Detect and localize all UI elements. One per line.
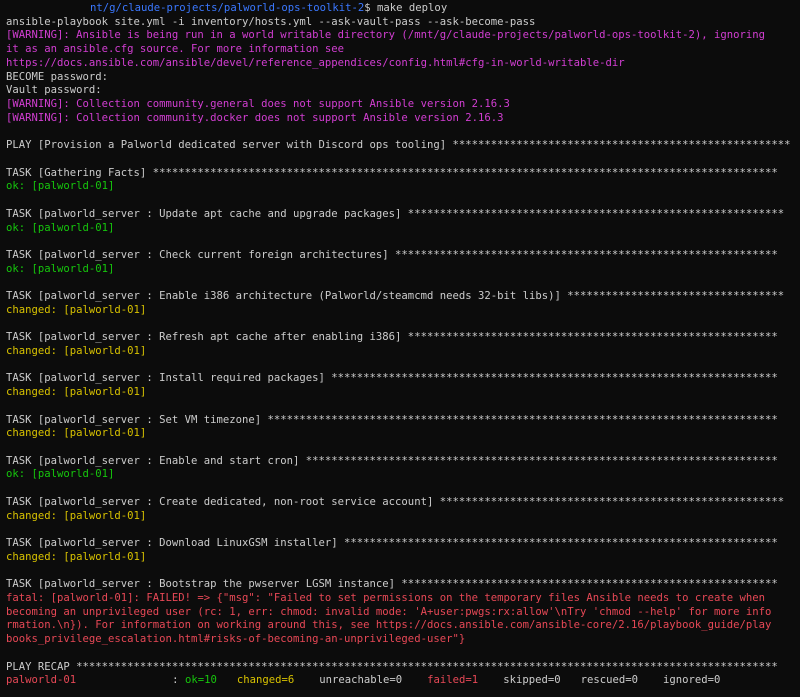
terminal-output: ansible-playbook site.yml -i inventory/h… bbox=[6, 16, 800, 675]
output-line: becoming an unprivileged user (rc: 1, er… bbox=[6, 605, 772, 618]
recap-failed: failed=1 bbox=[427, 674, 479, 687]
output-line: TASK [palworld_server : Refresh apt cach… bbox=[6, 331, 778, 344]
output-line: ok: [palworld-01] bbox=[6, 221, 115, 234]
output-line: TASK [palworld_server : Enable and start… bbox=[6, 454, 778, 467]
recap-ignored: ignored=0 bbox=[663, 674, 721, 687]
output-line: TASK [palworld_server : Bootstrap the pw… bbox=[6, 578, 778, 591]
output-line: changed: [palworld-01] bbox=[6, 509, 147, 522]
output-line: TASK [palworld_server : Install required… bbox=[6, 372, 778, 385]
shell-prompt: nt/g/claude-projects/palworld-ops-toolki… bbox=[6, 2, 800, 16]
output-line: changed: [palworld-01] bbox=[6, 550, 147, 563]
output-line: TASK [palworld_server : Create dedicated… bbox=[6, 495, 785, 508]
output-line: ansible-playbook site.yml -i inventory/h… bbox=[6, 15, 536, 28]
output-line: changed: [palworld-01] bbox=[6, 386, 147, 399]
output-line: PLAY [Provision a Palworld dedicated ser… bbox=[6, 139, 791, 152]
output-line: it as an ansible.cfg source. For more in… bbox=[6, 43, 345, 56]
output-line: [WARNING]: Collection community.docker d… bbox=[6, 111, 504, 124]
output-line: TASK [Gathering Facts] *****************… bbox=[6, 166, 778, 179]
recap-host: palworld-01 bbox=[6, 674, 77, 687]
terminal-window[interactable]: nt/g/claude-projects/palworld-ops-toolki… bbox=[0, 0, 800, 697]
recap-unreachable: unreachable=0 bbox=[319, 674, 403, 687]
output-line: ok: [palworld-01] bbox=[6, 468, 115, 481]
output-line: TASK [palworld_server : Enable i386 arch… bbox=[6, 290, 785, 303]
output-line: changed: [palworld-01] bbox=[6, 427, 147, 440]
output-line: books_privilege_escalation.html#risks-of… bbox=[6, 633, 466, 646]
output-line: BECOME password: bbox=[6, 70, 109, 83]
prompt-command: make deploy bbox=[370, 2, 448, 14]
recap-changed: changed=6 bbox=[236, 674, 295, 687]
recap-ok: ok=10 bbox=[184, 674, 217, 687]
output-line: [WARNING]: Ansible is being run in a wor… bbox=[6, 29, 765, 42]
output-line: TASK [palworld_server : Update apt cache… bbox=[6, 207, 785, 220]
output-line: rmation.\n}). For information on working… bbox=[6, 619, 772, 632]
recap-separator: : bbox=[172, 674, 185, 687]
recap-row: palworld-01: ok=10 changed=6 unreachable=0… bbox=[6, 674, 800, 688]
output-line: ok: [palworld-01] bbox=[6, 262, 115, 275]
output-line: TASK [palworld_server : Set VM timezone]… bbox=[6, 413, 778, 426]
output-line: changed: [palworld-01] bbox=[6, 344, 147, 357]
output-line: Vault password: bbox=[6, 84, 102, 97]
output-line: ok: [palworld-01] bbox=[6, 180, 115, 193]
output-line: [WARNING]: Collection community.general … bbox=[6, 98, 510, 111]
recap-skipped: skipped=0 bbox=[503, 674, 561, 687]
output-line: fatal: [palworld-01]: FAILED! => {"msg":… bbox=[6, 591, 765, 604]
prompt-path: nt/g/claude-projects/palworld-ops-toolki… bbox=[90, 2, 365, 14]
output-line: TASK [palworld_server : Check current fo… bbox=[6, 248, 778, 261]
output-line: changed: [palworld-01] bbox=[6, 303, 147, 316]
recap-rescued: rescued=0 bbox=[580, 674, 638, 687]
output-line: PLAY RECAP *****************************… bbox=[6, 660, 778, 673]
output-line: https://docs.ansible.com/ansible/devel/r… bbox=[6, 56, 625, 69]
output-line: TASK [palworld_server : Download LinuxGS… bbox=[6, 537, 778, 550]
